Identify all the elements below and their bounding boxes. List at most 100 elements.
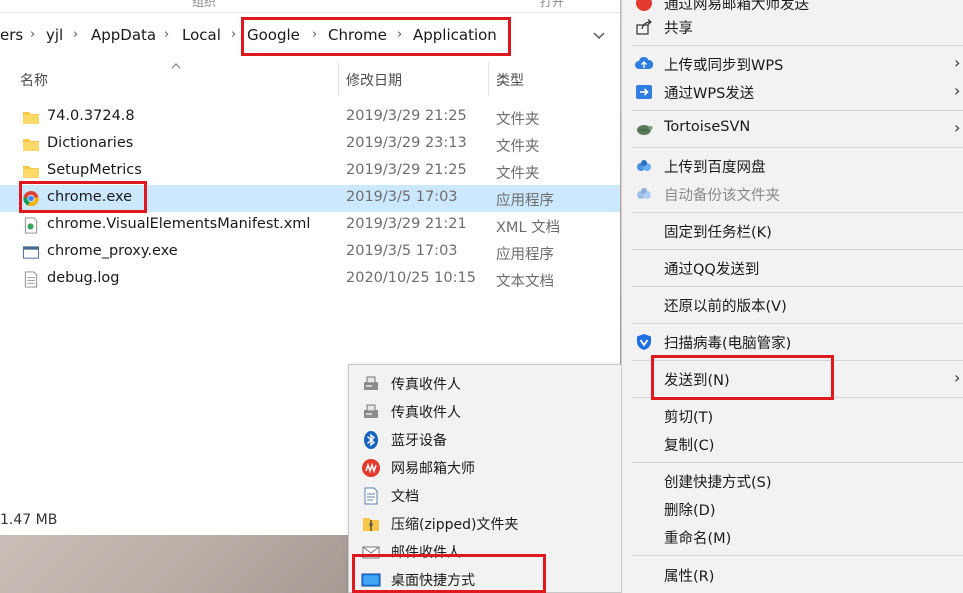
file-row[interactable]: Dictionaries 2019/3/29 23:13 文件夹	[0, 131, 620, 158]
menu-separator	[632, 397, 963, 398]
file-date: 2019/3/29 23:13	[346, 135, 467, 151]
chevron-down-icon[interactable]	[590, 26, 608, 44]
submenu-arrow-icon: ›	[954, 118, 961, 137]
menu-item-label: 自动备份该文件夹	[664, 188, 780, 204]
file-row[interactable]: 74.0.3724.8 2019/3/29 21:25 文件夹	[0, 104, 620, 131]
file-row[interactable]: chrome.VisualElementsManifest.xml 2019/3…	[0, 212, 620, 239]
share-icon	[636, 19, 652, 35]
sendto-item-desktop-shortcut[interactable]: 桌面快捷方式	[349, 565, 621, 592]
zip-folder-icon	[363, 518, 379, 531]
sort-ascending-icon	[171, 63, 181, 69]
ribbon-organize-label[interactable]: 组织	[192, 0, 216, 10]
sendto-item-documents[interactable]: 文档	[349, 481, 621, 509]
breadcrumb-separator-icon[interactable]: ›	[397, 27, 402, 42]
breadcrumb-application[interactable]: Application	[413, 26, 497, 44]
menu-item-pin-taskbar[interactable]: 固定到任务栏(K)	[622, 216, 963, 246]
menu-item-label: 创建快捷方式(S)	[664, 475, 772, 491]
sendto-item-mail-recipient[interactable]: 邮件收件人	[349, 537, 621, 565]
breadcrumb-separator-icon[interactable]: ›	[73, 27, 78, 42]
menu-item-label: 删除(D)	[664, 503, 716, 519]
address-bar[interactable]: ers › yjl › AppData › Local › Google › C…	[0, 18, 618, 54]
breadcrumb-users[interactable]: ers	[0, 26, 23, 44]
menu-item-label: 通过QQ发送到	[664, 262, 760, 278]
menu-item-label: 通过WPS发送	[664, 86, 755, 102]
folder-icon	[23, 112, 39, 124]
breadcrumb-yjl[interactable]: yjl	[46, 26, 63, 44]
file-date: 2019/3/5 17:03	[346, 189, 458, 205]
menu-item-label: 复制(C)	[664, 438, 715, 454]
column-name-header[interactable]: 名称	[20, 70, 48, 90]
mail-recipient-icon	[362, 546, 380, 559]
menu-item-wps-send[interactable]: 通过WPS发送 ›	[622, 77, 963, 107]
submenu-arrow-icon: ›	[954, 368, 961, 387]
menu-item-label: 上传到百度网盘	[664, 160, 766, 176]
menu-item-label: 还原以前的版本(V)	[664, 299, 787, 315]
fax-icon	[364, 376, 378, 390]
menu-item-virus-scan[interactable]: 扫描病毒(电脑管家)	[622, 327, 963, 357]
breadcrumb-separator-icon[interactable]: ›	[164, 27, 169, 42]
sendto-item-fax[interactable]: 传真收件人	[349, 369, 621, 397]
sendto-item-netease-mail[interactable]: 网易邮箱大师	[349, 453, 621, 481]
breadcrumb-chrome[interactable]: Chrome	[328, 26, 387, 44]
tortoisesvn-icon	[637, 125, 653, 135]
breadcrumb-separator-icon[interactable]: ›	[231, 27, 236, 42]
file-type: XML 文档	[496, 220, 561, 236]
send-to-submenu: 传真收件人 传真收件人 蓝牙设备 网易邮箱大师 文档 压缩(zipped)文件夹…	[348, 364, 622, 593]
breadcrumb-appdata[interactable]: AppData	[91, 26, 156, 44]
menu-item-label: 固定到任务栏(K)	[664, 225, 772, 241]
tencent-shield-icon	[637, 334, 651, 350]
file-type: 应用程序	[496, 193, 554, 209]
file-date: 2019/3/29 21:25	[346, 108, 467, 124]
netease-mail-icon	[636, 0, 652, 11]
submenu-arrow-icon: ›	[954, 53, 961, 72]
breadcrumb-separator-icon[interactable]: ›	[30, 27, 35, 42]
file-date: 2019/3/5 17:03	[346, 243, 458, 259]
bluetooth-icon	[364, 431, 378, 449]
menu-item-cut[interactable]: 剪切(T)	[622, 401, 963, 431]
menu-item-label: 重命名(M)	[664, 531, 732, 547]
column-divider[interactable]	[338, 62, 339, 96]
menu-item-label: 扫描病毒(电脑管家)	[664, 336, 792, 352]
menu-item-rename[interactable]: 重命名(M)	[622, 522, 963, 552]
breadcrumb-google[interactable]: Google	[247, 26, 300, 44]
ribbon-open-label[interactable]: 打开	[540, 0, 564, 10]
menu-item-qq-send[interactable]: 通过QQ发送到	[622, 253, 963, 283]
menu-separator	[632, 212, 963, 213]
column-type-header[interactable]: 类型	[496, 70, 524, 90]
sendto-item-bluetooth[interactable]: 蓝牙设备	[349, 425, 621, 453]
menu-item-properties[interactable]: 属性(R)	[622, 560, 963, 590]
file-type: 文件夹	[496, 166, 540, 182]
sendto-item-fax[interactable]: 传真收件人	[349, 397, 621, 425]
breadcrumb-local[interactable]: Local	[182, 26, 221, 44]
file-row[interactable]: debug.log 2020/10/25 10:15 文本文档	[0, 266, 620, 293]
menu-item-tortoisesvn[interactable]: TortoiseSVN ›	[622, 114, 963, 144]
xml-file-icon	[24, 217, 38, 234]
wps-cloud-icon	[635, 56, 653, 69]
file-date: 2019/3/29 21:21	[346, 216, 467, 232]
column-date-header[interactable]: 修改日期	[346, 70, 402, 90]
menu-item-restore-versions[interactable]: 还原以前的版本(V)	[622, 290, 963, 320]
file-name: chrome.VisualElementsManifest.xml	[47, 216, 311, 232]
chrome-icon	[23, 190, 39, 207]
netease-mail-icon	[362, 459, 380, 477]
menu-item-send-to[interactable]: 发送到(N) ›	[622, 364, 963, 394]
column-header-row: 名称 修改日期 类型	[0, 62, 620, 96]
file-name: SetupMetrics	[47, 162, 142, 178]
sendto-item-zip[interactable]: 压缩(zipped)文件夹	[349, 509, 621, 537]
breadcrumb-separator-icon[interactable]: ›	[312, 27, 317, 42]
menu-separator	[632, 147, 963, 148]
menu-item-create-shortcut[interactable]: 创建快捷方式(S)	[622, 466, 963, 496]
menu-separator	[632, 462, 963, 463]
menu-item-delete[interactable]: 删除(D)	[622, 494, 963, 524]
file-date: 2020/10/25 10:15	[346, 270, 476, 286]
menu-item-baidu-upload[interactable]: 上传到百度网盘	[622, 151, 963, 181]
menu-item-copy[interactable]: 复制(C)	[622, 429, 963, 459]
file-row-selected[interactable]: chrome.exe 2019/3/5 17:03 应用程序	[0, 185, 620, 212]
file-row[interactable]: chrome_proxy.exe 2019/3/5 17:03 应用程序	[0, 239, 620, 266]
menu-item-baidu-backup: 自动备份该文件夹	[622, 179, 963, 209]
sendto-item-label: 文档	[391, 489, 419, 505]
file-row[interactable]: SetupMetrics 2019/3/29 21:25 文件夹	[0, 158, 620, 185]
menu-item-wps-upload[interactable]: 上传或同步到WPS ›	[622, 49, 963, 79]
menu-item-share[interactable]: 共享	[622, 12, 963, 42]
column-divider[interactable]	[488, 62, 489, 96]
